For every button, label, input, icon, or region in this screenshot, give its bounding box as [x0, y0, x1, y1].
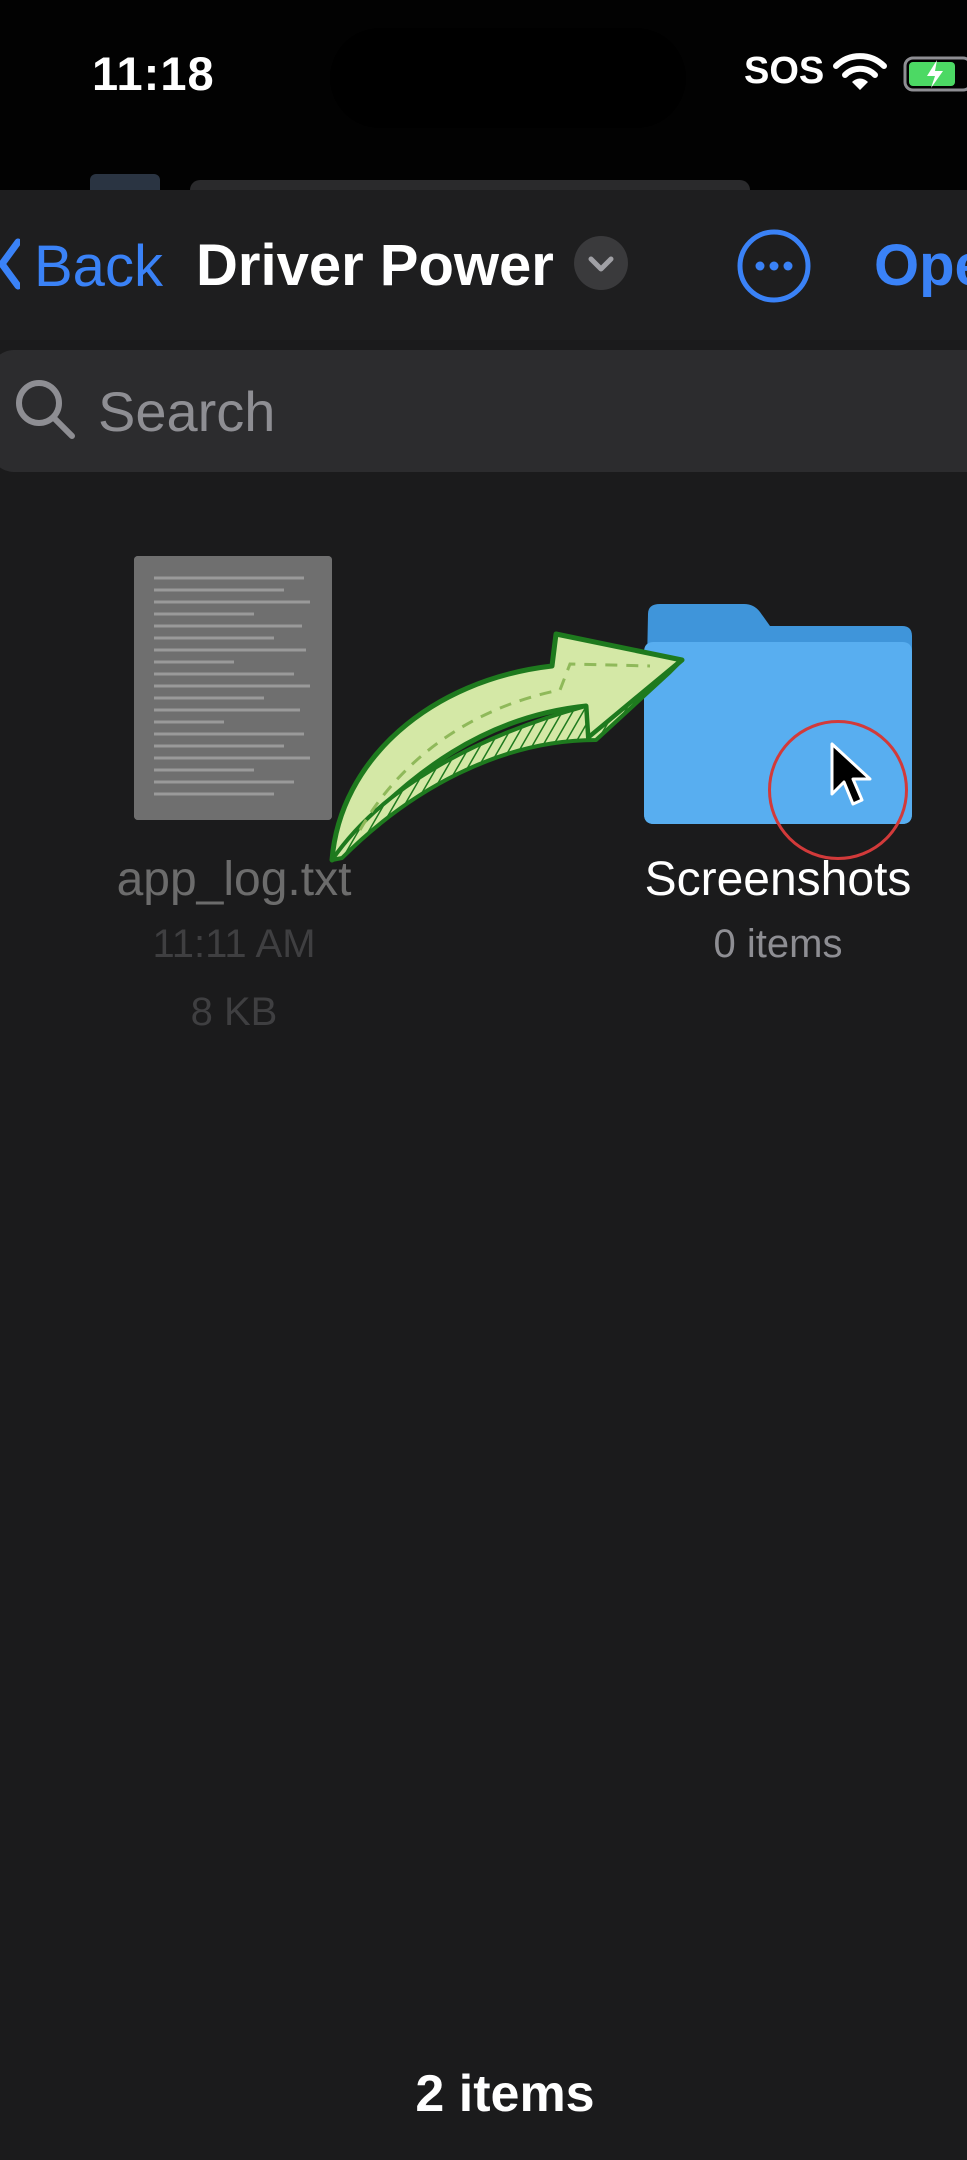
chevron-left-icon — [0, 234, 22, 299]
curved-arrow-annotation — [320, 590, 690, 885]
carrier-status: SOS — [744, 50, 825, 92]
mouse-pointer-icon — [828, 742, 878, 813]
search-input[interactable] — [96, 377, 900, 445]
wifi-icon — [832, 50, 888, 99]
chevron-down-icon — [588, 256, 614, 272]
back-button[interactable]: Back — [0, 228, 163, 304]
file-size: 8 KB — [190, 990, 278, 1034]
item-count-label: 2 items — [415, 2065, 595, 2123]
title-menu-button[interactable] — [574, 236, 628, 290]
search-bar[interactable] — [0, 350, 967, 472]
battery-icon — [903, 56, 967, 97]
folder-item-count: 0 items — [713, 922, 843, 966]
open-button[interactable]: Ope — [874, 228, 967, 304]
background-sheet-edge — [90, 168, 850, 190]
page-title: Driver Power — [196, 233, 554, 298]
search-icon — [12, 376, 78, 447]
back-label: Back — [34, 233, 163, 299]
file-modified-time: 11:11 AM — [152, 922, 316, 966]
more-options-button[interactable] — [736, 228, 812, 304]
dynamic-island — [330, 28, 686, 128]
ellipsis-circle-icon — [737, 229, 811, 303]
status-time: 11:18 — [92, 47, 215, 100]
text-file-icon[interactable] — [134, 556, 332, 820]
